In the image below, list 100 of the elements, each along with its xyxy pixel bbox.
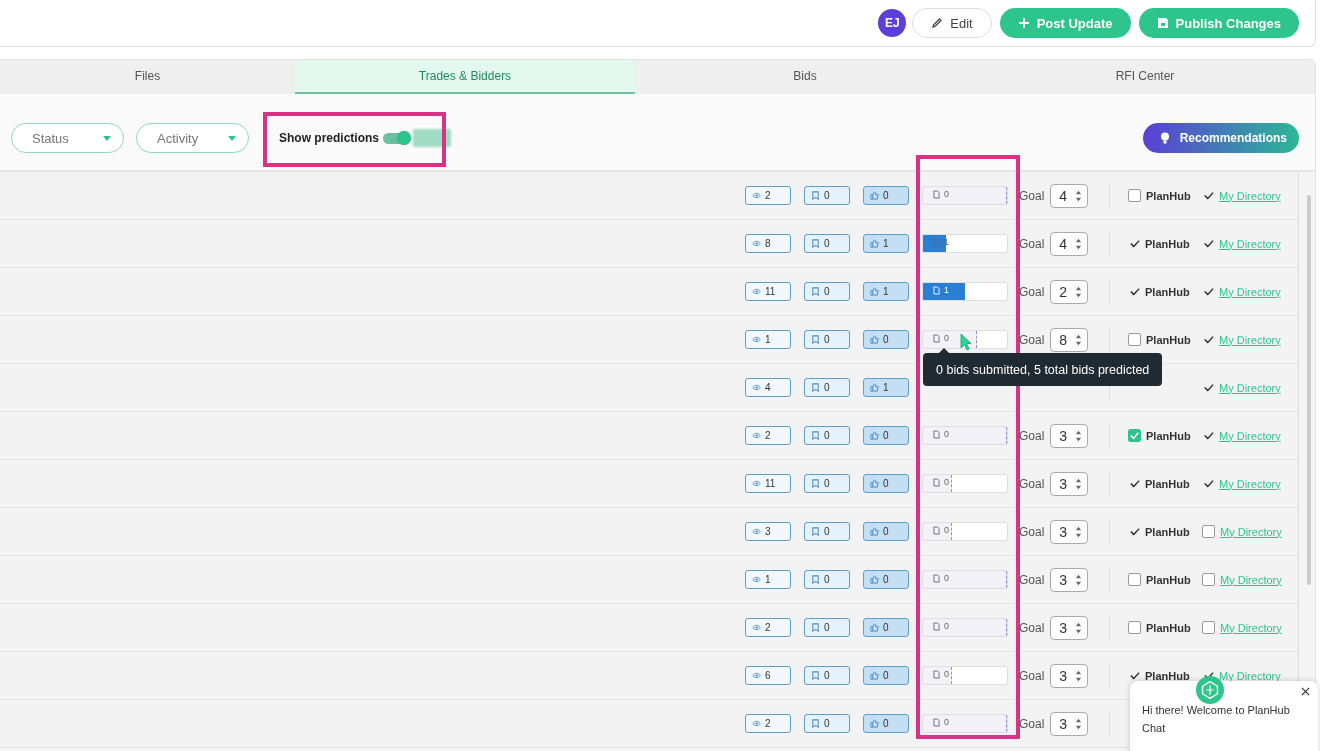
bids-count: 0 <box>944 333 949 343</box>
eye-icon <box>752 287 761 296</box>
goal-stepper[interactable]: 8 <box>1050 327 1089 352</box>
saves-count[interactable]: 0 <box>804 522 850 541</box>
tab[interactable]: Trades & Bidders <box>295 60 635 94</box>
checkbox[interactable] <box>1128 621 1141 634</box>
check-icon <box>1130 287 1140 296</box>
eye-icon <box>752 623 761 632</box>
goal-label: Goal <box>1019 332 1045 347</box>
document-icon <box>933 285 940 295</box>
check-icon <box>1204 239 1214 248</box>
header-button[interactable]: Edit <box>912 8 992 38</box>
checkbox[interactable] <box>1128 333 1141 346</box>
planhub-label: PlanHub <box>1146 573 1191 586</box>
bids-count: 1 <box>944 285 949 295</box>
recommendations-button[interactable]: Recommendations <box>1142 123 1299 153</box>
tab[interactable]: Files <box>0 60 295 94</box>
likes-count[interactable]: 1 <box>863 378 909 397</box>
avatar[interactable]: EJ <box>878 9 907 37</box>
document-icon <box>933 717 940 727</box>
goal-stepper[interactable]: 3 <box>1050 615 1089 640</box>
views-count[interactable]: 2 <box>745 714 791 733</box>
views-count[interactable]: 2 <box>745 426 791 445</box>
likes-count[interactable]: 0 <box>863 330 909 349</box>
likes-count[interactable]: 1 <box>863 282 909 301</box>
checkbox[interactable] <box>1128 429 1141 442</box>
checkbox[interactable] <box>1202 525 1215 538</box>
views-count[interactable]: 2 <box>745 618 791 637</box>
check-icon <box>1204 479 1214 488</box>
views-count[interactable]: 11 <box>745 474 791 493</box>
scrollbar[interactable] <box>1307 195 1311 585</box>
thumbs-up-icon <box>870 671 879 680</box>
saves-count[interactable]: 0 <box>804 186 850 205</box>
views-count[interactable]: 1 <box>745 330 791 349</box>
goal-stepper[interactable]: 2 <box>1050 279 1089 304</box>
views-count[interactable]: 4 <box>745 378 791 397</box>
goal-stepper[interactable]: 4 <box>1050 231 1089 256</box>
saves-count[interactable]: 0 <box>804 618 850 637</box>
bookmark-icon <box>811 335 820 344</box>
document-icon <box>933 429 940 439</box>
thumbs-up-icon <box>870 719 879 728</box>
tab[interactable]: RFI Center <box>975 60 1315 94</box>
tab[interactable]: Bids <box>635 60 975 94</box>
likes-count[interactable]: 0 <box>863 522 909 541</box>
likes-count[interactable]: 0 <box>863 570 909 589</box>
goal-stepper[interactable]: 3 <box>1050 663 1089 688</box>
bookmark-icon <box>811 623 820 632</box>
stepper-arrows-icon <box>1075 189 1083 202</box>
filter-dropdown[interactable]: Activity <box>136 123 249 153</box>
saves-count[interactable]: 0 <box>804 714 850 733</box>
check-icon <box>1204 431 1214 440</box>
checkbox[interactable] <box>1128 573 1141 586</box>
bookmark-icon <box>811 431 820 440</box>
likes-count[interactable]: 0 <box>863 426 909 445</box>
likes-count[interactable]: 1 <box>863 234 909 253</box>
toggle-switch[interactable] <box>383 132 409 144</box>
goal-stepper[interactable]: 3 <box>1050 567 1089 592</box>
goal-stepper[interactable]: 3 <box>1050 423 1089 448</box>
likes-count[interactable]: 0 <box>863 474 909 493</box>
views-count[interactable]: 2 <box>745 186 791 205</box>
likes-count[interactable]: 0 <box>863 186 909 205</box>
checkbox[interactable] <box>1202 621 1215 634</box>
saves-count[interactable]: 0 <box>804 282 850 301</box>
views-count[interactable]: 3 <box>745 522 791 541</box>
goal-stepper[interactable]: 3 <box>1050 519 1089 544</box>
views-count[interactable]: 1 <box>745 570 791 589</box>
close-icon[interactable] <box>1301 687 1310 696</box>
thumbs-up-icon <box>870 479 879 488</box>
goal-stepper[interactable]: 4 <box>1050 183 1089 208</box>
checkbox[interactable] <box>1202 573 1215 586</box>
goal-stepper[interactable]: 3 <box>1050 471 1089 496</box>
views-count[interactable]: 6 <box>745 666 791 685</box>
likes-count[interactable]: 0 <box>863 714 909 733</box>
planhub-label: PlanHub <box>1146 333 1191 346</box>
stepper-arrows-icon <box>1075 477 1083 490</box>
checkbox[interactable] <box>1128 189 1141 202</box>
filter-dropdown[interactable]: Status <box>11 123 124 153</box>
planhub-label: PlanHub <box>1145 285 1190 298</box>
saves-count[interactable]: 0 <box>804 426 850 445</box>
saves-count[interactable]: 0 <box>804 474 850 493</box>
saves-count[interactable]: 0 <box>804 666 850 685</box>
eye-icon <box>752 575 761 584</box>
saves-count[interactable]: 0 <box>804 570 850 589</box>
views-count[interactable]: 8 <box>745 234 791 253</box>
check-icon <box>1204 191 1214 200</box>
views-count[interactable]: 11 <box>745 282 791 301</box>
likes-count[interactable]: 0 <box>863 618 909 637</box>
goal-label: Goal <box>1019 236 1045 251</box>
pencil-icon <box>931 17 944 29</box>
bookmark-icon <box>811 239 820 248</box>
bookmark-icon <box>811 191 820 200</box>
goal-stepper[interactable]: 3 <box>1050 711 1089 736</box>
saves-count[interactable]: 0 <box>804 378 850 397</box>
saves-count[interactable]: 0 <box>804 234 850 253</box>
saves-count[interactable]: 0 <box>804 330 850 349</box>
check-icon <box>1130 239 1140 248</box>
planhub-label: PlanHub <box>1146 429 1191 442</box>
bookmark-icon <box>811 527 820 536</box>
likes-count[interactable]: 0 <box>863 666 909 685</box>
check-icon <box>1130 527 1140 536</box>
